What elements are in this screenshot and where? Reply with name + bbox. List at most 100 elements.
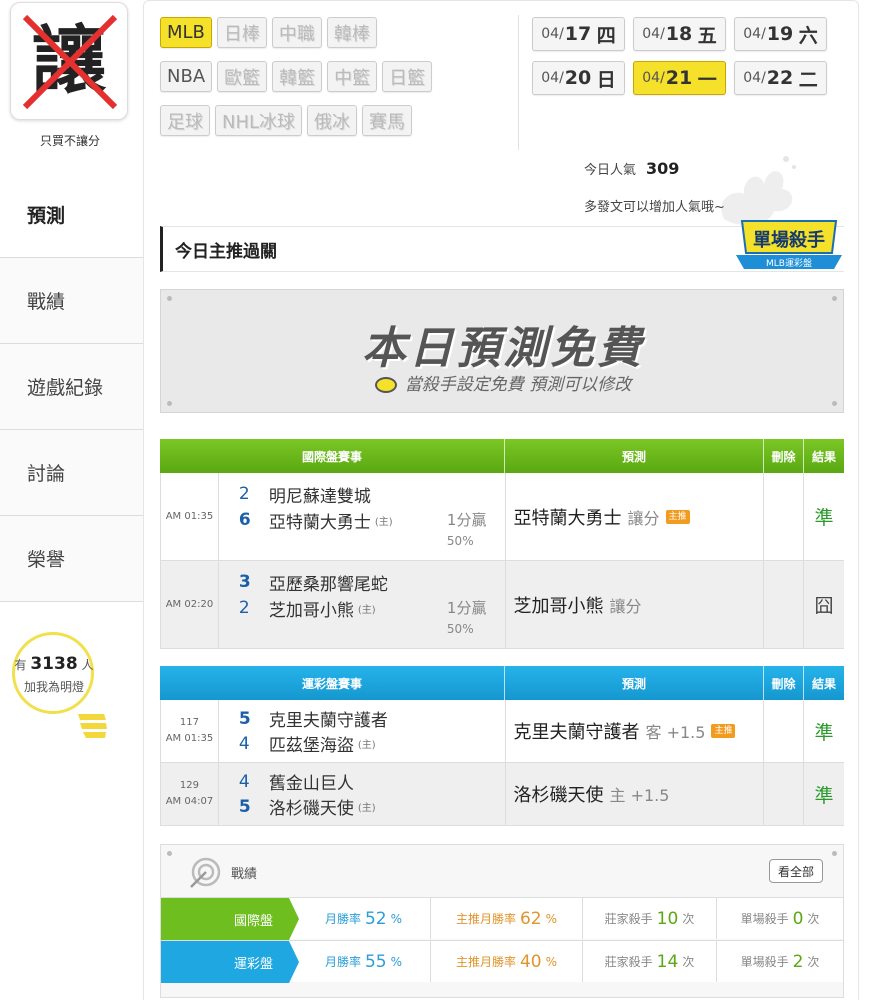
follow-lamp-label: 加我為明燈 — [23, 680, 84, 694]
splash-decoration-icon — [721, 156, 796, 226]
date-0421[interactable]: 04/21 一 — [633, 61, 726, 95]
header-prediction: 預測 — [505, 439, 764, 473]
svg-text:單場殺手: 單場殺手 — [753, 229, 825, 251]
record-row-sport: 運彩盤 月勝率 55% 主推月勝率 40% 莊家殺手 14 次 單場殺手 2 次 — [161, 940, 843, 983]
game-teams: 2 明尼蘇達雙城 6 亞特蘭大勇士 (主) 1分贏 50% — [219, 473, 506, 560]
sport-euro-basketball[interactable]: 歐籃 — [217, 61, 268, 92]
table-row: AM 01:35 2 明尼蘇達雙城 6 亞特蘭大勇士 (主) 1分贏 50% 亞特蘭大勇… — [160, 473, 844, 561]
sport-selector: MLB 日棒 中職 韓棒 NBA 歐籃 韓籃 中籃 日籃 足球 NHL冰球 俄冰… — [160, 17, 520, 149]
page: 讓 只買不讓分 預測 戰績 遊戲紀錄 討論 榮譽 有 3138 人 加我為明燈 — [0, 0, 887, 1000]
header-game: 國際盤賽事 — [160, 439, 505, 473]
game-time: 129 AM 04:07 — [161, 763, 219, 825]
sport-horse-racing[interactable]: 賽馬 — [362, 105, 413, 136]
free-banner-subtitle: 當殺手設定免費 預測可以修改 — [161, 370, 845, 395]
main-panel: MLB 日棒 中職 韓棒 NBA 歐籃 韓籃 中籃 日籃 足球 NHL冰球 俄冰… — [143, 0, 859, 1000]
sport-soccer[interactable]: 足球 — [160, 105, 210, 136]
avatar[interactable]: 讓 — [10, 2, 128, 120]
main-pick-tag: 主推 — [665, 509, 690, 524]
main-pick-win-rate: 主推月勝率 40% — [431, 941, 583, 982]
date-0420[interactable]: 04/20 日 — [532, 61, 625, 95]
header-divider — [518, 15, 519, 150]
free-banner-title: 本日預測免費 — [362, 323, 644, 374]
game-time: 117 AM 01:35 — [161, 700, 219, 762]
table-row: AM 02:20 3 亞歷桑那響尾蛇 2 芝加哥小熊 (主) 1分贏 50% 芝加哥小熊… — [160, 561, 844, 649]
side-nav: 預測 戰績 遊戲紀錄 討論 榮譽 — [0, 172, 143, 602]
record-title: 戰績 — [231, 867, 258, 882]
date-0419[interactable]: 04/19 六 — [734, 17, 827, 51]
bookie-killer-count: 莊家殺手 10 次 — [583, 898, 717, 939]
nav-item-predict[interactable]: 預測 — [0, 172, 143, 258]
nav-item-label: 預測 — [27, 205, 66, 227]
header-result: 結果 — [811, 449, 836, 464]
date-selector: 04/17 四 04/18 五 04/19 六 04/20 日 04/21 一 … — [532, 17, 832, 105]
prediction: 洛杉磯天使主 +1.5 — [506, 763, 765, 825]
date-0417[interactable]: 04/17 四 — [532, 17, 625, 51]
sport-mlb[interactable]: MLB — [160, 17, 212, 48]
handicap: 1分贏 50% — [446, 511, 487, 548]
nav-item-honor[interactable]: 榮譽 — [0, 516, 143, 602]
header-delete: 刪除 — [764, 666, 804, 700]
game-teams: 5 克里夫蘭守護者 4 匹茲堡海盜 (主) — [219, 700, 506, 762]
record-label: 運彩盤 — [161, 941, 299, 983]
nav-item-label: 戰績 — [27, 291, 66, 313]
game-time: AM 01:35 — [161, 473, 219, 560]
game-teams: 3 亞歷桑那響尾蛇 2 芝加哥小熊 (主) 1分贏 50% — [219, 561, 506, 648]
today-popularity: 今日人氣 309 — [584, 159, 680, 178]
single-killer-badge: 單場殺手 MLB運彩盤 — [736, 220, 842, 269]
record-label: 國際盤 — [161, 898, 299, 940]
avatar-caption: 只買不讓分 — [39, 134, 100, 148]
game-teams: 4 舊金山巨人 5 洛杉磯天使 (主) — [219, 763, 506, 825]
nav-item-label: 討論 — [27, 463, 66, 485]
single-killer-count: 單場殺手 2 次 — [740, 951, 820, 972]
single-killer-count: 單場殺手 0 次 — [740, 908, 820, 929]
target-icon — [190, 857, 221, 888]
sport-lottery-table: 運彩盤賽事 預測 刪除 結果 117 AM 01:35 5 克里夫蘭守護者 4 匹茲堡… — [160, 666, 844, 826]
header-prediction: 預測 — [505, 666, 764, 700]
delete-cell — [764, 473, 805, 560]
lightbulb-icon — [78, 714, 107, 738]
nav-item-game-log[interactable]: 遊戲紀錄 — [0, 344, 143, 430]
delete-cell — [764, 561, 805, 648]
delete-cell — [764, 763, 805, 825]
fans-count: 有 3138 人 — [14, 654, 94, 674]
header-result: 結果 — [811, 676, 836, 691]
handicap: 1分贏 50% — [446, 599, 487, 636]
view-all-button[interactable]: 看全部 — [768, 859, 823, 883]
svg-text:MLB運彩盤: MLB運彩盤 — [766, 257, 812, 269]
nav-item-record[interactable]: 戰績 — [0, 258, 143, 344]
sport-china-basketball[interactable]: 中籃 — [327, 61, 378, 92]
date-0418[interactable]: 04/18 五 — [633, 17, 726, 51]
delete-cell — [764, 700, 805, 762]
result: 準 — [814, 721, 834, 744]
popularity-hint: 多發文可以增加人氣哦~ — [584, 200, 725, 215]
sport-khl[interactable]: 俄冰 — [307, 105, 358, 136]
main-pick-win-rate: 主推月勝率 62% — [431, 898, 583, 939]
sport-kbo[interactable]: 韓棒 — [326, 17, 377, 48]
main-pick-tag: 主推 — [711, 724, 736, 738]
sport-npb[interactable]: 日棒 — [216, 17, 267, 48]
table-row: 129 AM 04:07 4 舊金山巨人 5 洛杉磯天使 (主) 洛杉磯天使主 +1.5… — [160, 763, 844, 826]
sport-korea-basketball[interactable]: 韓籃 — [272, 61, 323, 92]
record-row-intl: 國際盤 月勝率 52% 主推月勝率 62% 莊家殺手 10 次 單場殺手 0 次 — [161, 897, 843, 940]
sport-nhl[interactable]: NHL冰球 — [215, 105, 303, 136]
prediction: 克里夫蘭守護者客 +1.5 主推 — [506, 700, 765, 762]
result: 準 — [814, 784, 834, 807]
prediction: 芝加哥小熊 讓分 — [506, 561, 765, 648]
free-prediction-banner: 本日預測免費 當殺手設定免費 預測可以修改 — [160, 289, 844, 413]
lemon-icon — [374, 377, 397, 393]
monthly-win-rate: 月勝率 55% — [289, 941, 431, 982]
game-time: AM 02:20 — [161, 561, 219, 648]
sport-nba[interactable]: NBA — [160, 61, 213, 92]
monthly-win-rate: 月勝率 52% — [289, 898, 431, 939]
nav-item-discussion[interactable]: 討論 — [0, 430, 143, 516]
table-row: 117 AM 01:35 5 克里夫蘭守護者 4 匹茲堡海盜 (主) 克里夫蘭守護者客 … — [160, 700, 844, 763]
sport-cpbl[interactable]: 中職 — [271, 17, 322, 48]
sidebar: 讓 只買不讓分 預測 戰績 遊戲紀錄 討論 榮譽 有 3138 人 加我為明燈 — [0, 0, 143, 1000]
date-0422[interactable]: 04/22 二 — [734, 61, 827, 95]
record-summary: 戰績 看全部 國際盤 月勝率 52% 主推月勝率 62% 莊家殺手 10 次 單場殺手 0… — [160, 844, 844, 998]
follow-lamp-button[interactable]: 有 3138 人 加我為明燈 — [12, 632, 107, 752]
cross-icon — [22, 14, 118, 110]
table-header: 運彩盤賽事 預測 刪除 結果 — [160, 666, 844, 700]
header-game: 運彩盤賽事 — [160, 666, 505, 700]
sport-japan-basketball[interactable]: 日籃 — [382, 61, 433, 92]
